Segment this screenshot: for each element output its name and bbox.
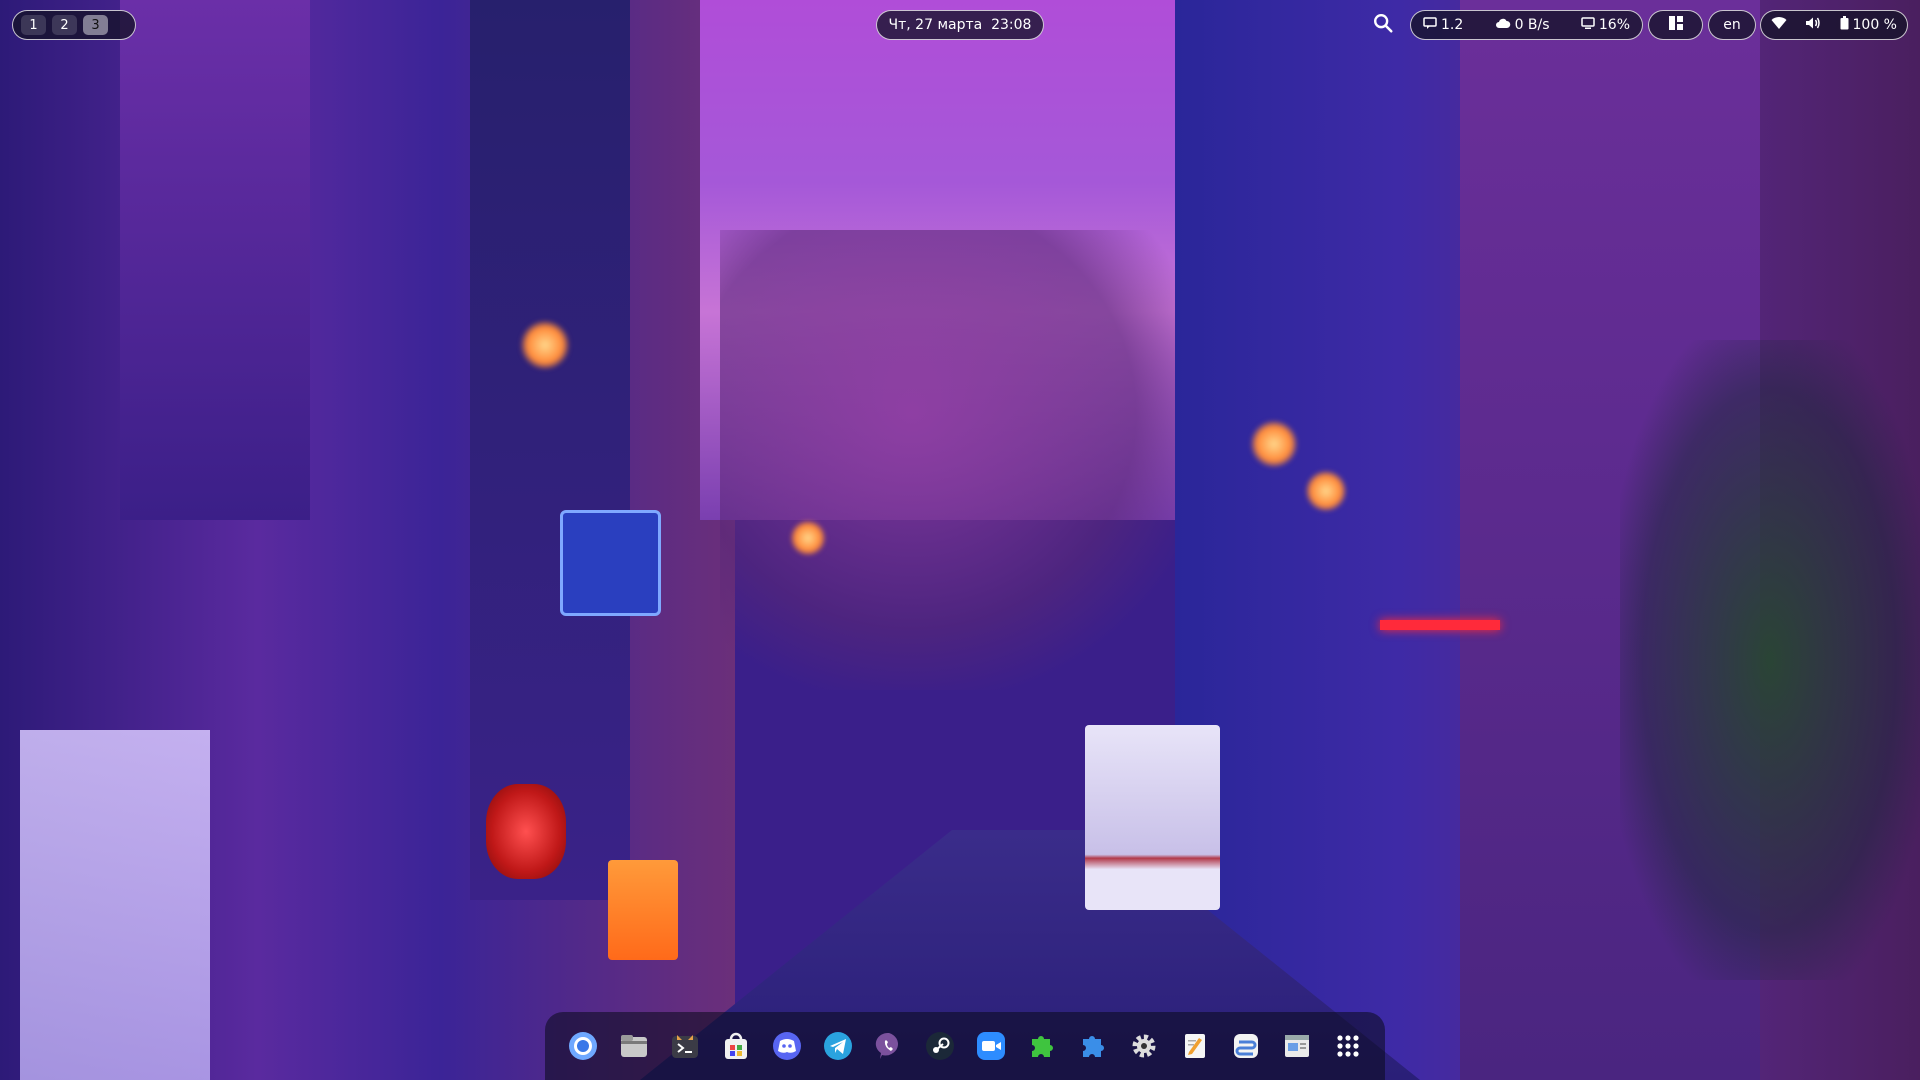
wifi-icon xyxy=(1771,16,1787,34)
workspace-3-button[interactable]: 3 xyxy=(83,15,108,35)
screenshot-icon[interactable] xyxy=(1279,1028,1315,1064)
network-stat: 0 B/s xyxy=(1495,17,1550,33)
wallpaper-vending-machine xyxy=(20,730,210,1080)
steam-icon[interactable] xyxy=(922,1028,958,1064)
search-button[interactable] xyxy=(1368,10,1398,40)
battery-icon xyxy=(1840,16,1849,34)
wallpaper-neon-strip xyxy=(1380,620,1500,630)
cpu-usage-label: 16% xyxy=(1598,17,1630,33)
keyboard-layout-button[interactable]: en xyxy=(1708,10,1756,40)
viber-icon[interactable] xyxy=(871,1028,907,1064)
search-icon xyxy=(1372,12,1394,38)
cpu-stat: 16% xyxy=(1581,16,1630,34)
message-icon xyxy=(1423,16,1437,34)
wallpaper-street-lamp xyxy=(1305,470,1347,512)
keyboard-layout-label: en xyxy=(1723,17,1741,33)
wallpaper-truck xyxy=(1085,725,1220,910)
wallpaper-parking-sign xyxy=(560,510,661,616)
workspace-switcher: 1 2 3 xyxy=(12,10,136,40)
extensions-icon[interactable] xyxy=(1024,1028,1060,1064)
tiling-layout-icon xyxy=(1668,15,1684,35)
clock-button[interactable]: Чт, 27 марта 23:08 xyxy=(876,10,1044,40)
volume-icon xyxy=(1805,16,1821,34)
zoom-icon[interactable] xyxy=(973,1028,1009,1064)
workspace-2-button[interactable]: 2 xyxy=(52,15,77,35)
battery-indicator: 100 % xyxy=(1840,16,1897,34)
wallpaper-red-lantern xyxy=(486,784,566,879)
dock xyxy=(545,1012,1385,1080)
wallpaper-balcony xyxy=(120,0,310,520)
cloud-icon xyxy=(1495,17,1511,33)
tweaks-icon[interactable] xyxy=(1228,1028,1264,1064)
terminal-icon[interactable] xyxy=(667,1028,703,1064)
chromium-icon[interactable] xyxy=(565,1028,601,1064)
puzzle-icon[interactable] xyxy=(1075,1028,1111,1064)
notifications-count: 1.2 xyxy=(1441,17,1464,33)
files-icon[interactable] xyxy=(616,1028,652,1064)
settings-icon[interactable] xyxy=(1126,1028,1162,1064)
app-grid-icon[interactable] xyxy=(1330,1028,1366,1064)
wallpaper-greenery xyxy=(1620,340,1920,980)
tiling-layout-button[interactable] xyxy=(1648,10,1703,40)
system-stats-indicator[interactable]: 1.2 0 B/s 16% xyxy=(1410,10,1643,40)
clock-label: Чт, 27 марта 23:08 xyxy=(888,17,1032,33)
telegram-icon[interactable] xyxy=(820,1028,856,1064)
monitor-icon xyxy=(1581,16,1595,34)
wallpaper-street-lamp xyxy=(520,320,570,370)
text-editor-icon[interactable] xyxy=(1177,1028,1213,1064)
software-store-icon[interactable] xyxy=(718,1028,754,1064)
wallpaper-street-lamp xyxy=(1250,420,1298,468)
network-speed-label: 0 B/s xyxy=(1514,17,1550,33)
wallpaper-tower xyxy=(470,0,630,900)
wallpaper-street-lamp xyxy=(790,520,826,556)
discord-icon[interactable] xyxy=(769,1028,805,1064)
notifications-stat: 1.2 xyxy=(1423,16,1464,34)
battery-percent: 100 % xyxy=(1852,17,1897,33)
desktop-wallpaper xyxy=(0,0,1920,1080)
wallpaper-price-sign xyxy=(608,860,678,960)
wallpaper-trees xyxy=(720,230,1200,690)
system-menu-button[interactable]: 100 % xyxy=(1760,10,1908,40)
workspace-1-button[interactable]: 1 xyxy=(21,15,46,35)
